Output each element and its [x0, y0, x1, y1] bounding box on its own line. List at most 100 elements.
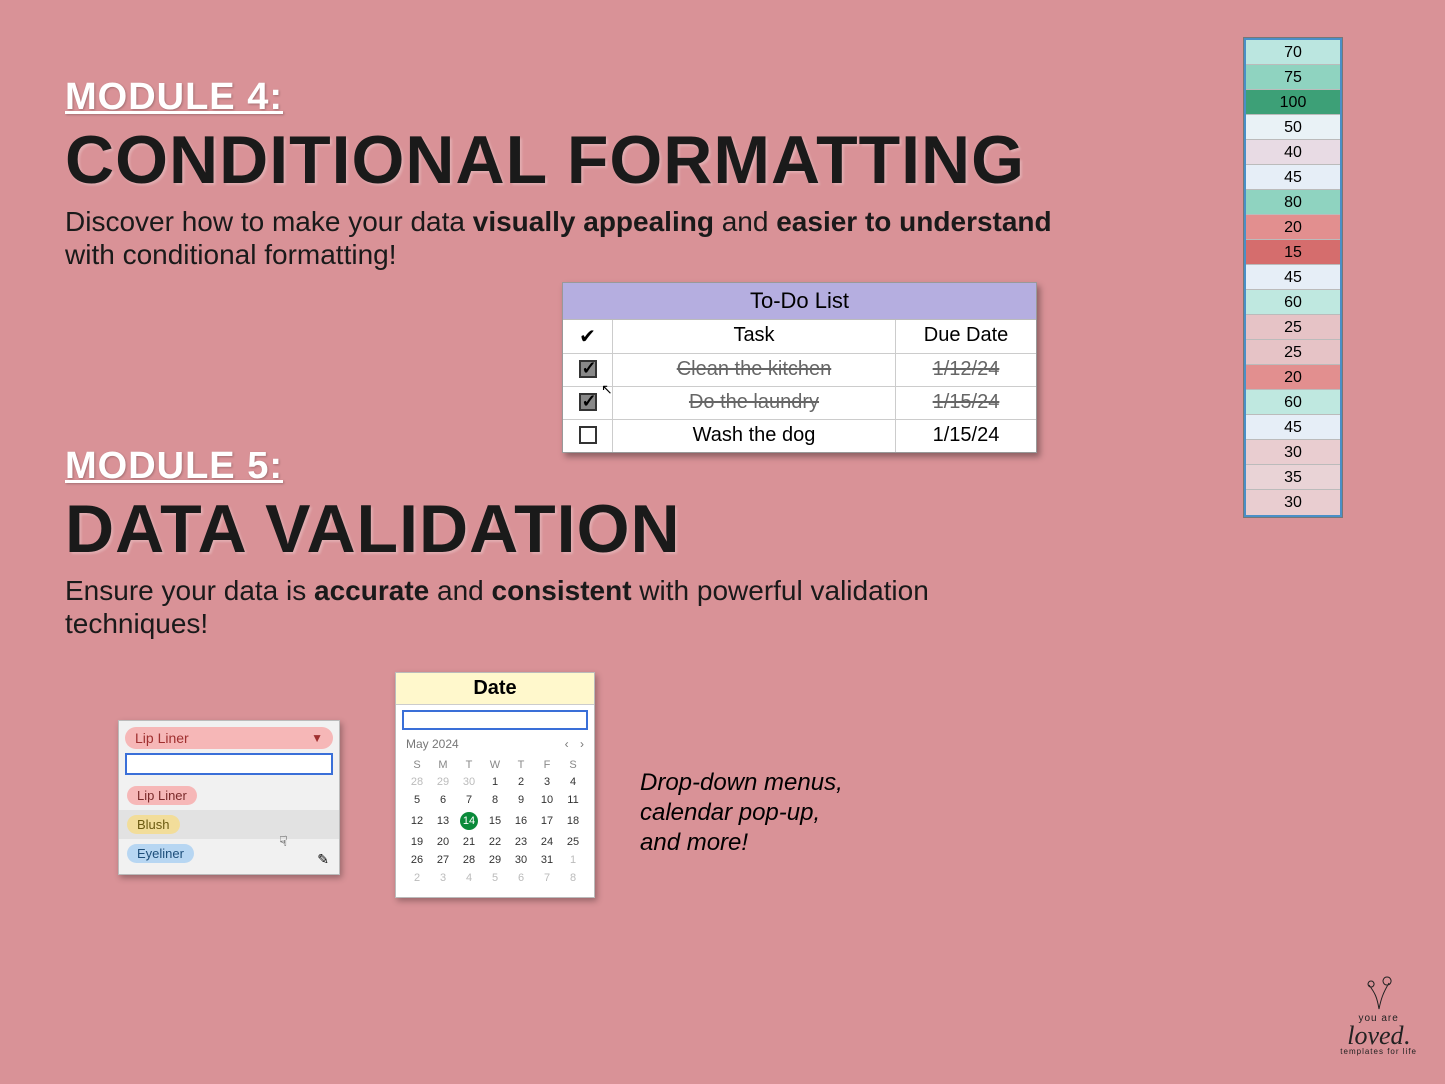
calendar-day[interactable]: 14	[456, 809, 482, 833]
table-row: Clean the kitchen1/12/24	[563, 354, 1036, 387]
dropdown-option-row[interactable]: Lip Liner	[119, 781, 339, 810]
text-bold: accurate	[314, 575, 429, 606]
calendar-day[interactable]: 13	[430, 809, 456, 833]
calendar-day[interactable]: 21	[456, 833, 482, 851]
calendar-day[interactable]: 22	[482, 833, 508, 851]
todo-header-task: Task	[613, 320, 896, 353]
text-bold: visually appealing	[473, 206, 714, 237]
todo-header-check: ✔	[563, 320, 613, 353]
calendar-day[interactable]: 25	[560, 833, 586, 851]
calendar-day[interactable]: 3	[430, 869, 456, 887]
calendar-day[interactable]: 1	[482, 773, 508, 791]
value-cell: 100	[1246, 90, 1340, 115]
conditional-format-column: 707510050404580201545602525206045303530	[1244, 38, 1342, 517]
calendar-day[interactable]: 6	[508, 869, 534, 887]
calendar-day[interactable]: 8	[560, 869, 586, 887]
module-5-description: Ensure your data is accurate and consist…	[65, 575, 1005, 639]
calendar-day[interactable]: 5	[404, 791, 430, 809]
value-cell: 15	[1246, 240, 1340, 265]
calendar-day[interactable]: 5	[482, 869, 508, 887]
todo-title: To-Do List	[563, 283, 1036, 320]
value-cell: 60	[1246, 390, 1340, 415]
checkbox-icon[interactable]	[579, 360, 597, 378]
calendar-popup: May 2024 ‹ › SMTWTFS 2829301234567891011…	[404, 735, 586, 887]
date-input[interactable]	[402, 710, 588, 730]
calendar-day[interactable]: 9	[508, 791, 534, 809]
dropdown-search-input[interactable]	[125, 753, 333, 775]
calendar-day[interactable]: 20	[430, 833, 456, 851]
calendar-day[interactable]: 8	[482, 791, 508, 809]
caption-line: Drop-down menus,	[640, 768, 843, 798]
calendar-dow: W	[482, 757, 508, 773]
dropdown-option-row[interactable]: Eyeliner	[119, 839, 339, 868]
calendar-day[interactable]: 2	[508, 773, 534, 791]
calendar-dow: T	[508, 757, 534, 773]
calendar-day[interactable]: 27	[430, 851, 456, 869]
calendar-day[interactable]: 30	[508, 851, 534, 869]
calendar-day[interactable]: 7	[456, 791, 482, 809]
cursor-icon: ↖	[601, 381, 613, 398]
dropdown-option-row[interactable]: Blush	[119, 810, 339, 839]
value-cell: 80	[1246, 190, 1340, 215]
calendar-dow: S	[404, 757, 430, 773]
calendar-day[interactable]: 16	[508, 809, 534, 833]
text-bold: easier to understand	[776, 206, 1051, 237]
dropdown-option-pill: Blush	[127, 815, 180, 834]
calendar-day[interactable]: 15	[482, 809, 508, 833]
calendar-day[interactable]: 2	[404, 869, 430, 887]
checkbox-icon[interactable]	[579, 393, 597, 411]
features-caption: Drop-down menus, calendar pop-up, and mo…	[640, 768, 843, 858]
module-4-title: CONDITIONAL FORMATTING	[65, 125, 1075, 196]
calendar-day[interactable]: 4	[456, 869, 482, 887]
calendar-day[interactable]: 12	[404, 809, 430, 833]
calendar-day[interactable]: 23	[508, 833, 534, 851]
cursor-hand-icon: ☟	[279, 833, 288, 850]
value-cell: 30	[1246, 490, 1340, 515]
value-cell: 25	[1246, 315, 1340, 340]
calendar-day[interactable]: 24	[534, 833, 560, 851]
calendar-day[interactable]: 10	[534, 791, 560, 809]
todo-header-due: Due Date	[896, 320, 1036, 353]
calendar-day[interactable]: 17	[534, 809, 560, 833]
pencil-icon[interactable]: ✎	[317, 851, 329, 868]
dropdown-option-pill: Eyeliner	[127, 844, 194, 863]
calendar-next-icon[interactable]: ›	[580, 737, 584, 751]
calendar-day[interactable]: 18	[560, 809, 586, 833]
module-5-title: DATA VALIDATION	[65, 494, 1005, 565]
dropdown-selected[interactable]: Lip Liner ▼	[125, 727, 333, 749]
value-cell: 50	[1246, 115, 1340, 140]
date-header: Date	[396, 673, 594, 705]
checkbox-icon[interactable]	[579, 426, 597, 444]
value-cell: 20	[1246, 365, 1340, 390]
calendar-day[interactable]: 3	[534, 773, 560, 791]
calendar-day[interactable]: 28	[404, 773, 430, 791]
flower-icon	[1361, 975, 1397, 1011]
calendar-day[interactable]: 31	[534, 851, 560, 869]
text: Discover how to make your data	[65, 206, 473, 237]
calendar-prev-icon[interactable]: ‹	[565, 737, 569, 751]
calendar-day[interactable]: 29	[482, 851, 508, 869]
dropdown-option-pill: Lip Liner	[127, 786, 197, 805]
calendar-day[interactable]: 19	[404, 833, 430, 851]
calendar-day[interactable]: 6	[430, 791, 456, 809]
calendar-day[interactable]: 28	[456, 851, 482, 869]
module-4-label: MODULE 4:	[65, 76, 1075, 119]
calendar-day[interactable]: 7	[534, 869, 560, 887]
calendar-day[interactable]: 26	[404, 851, 430, 869]
calendar-day[interactable]: 1	[560, 851, 586, 869]
calendar-dow: M	[430, 757, 456, 773]
table-row: Do the laundry1/15/24	[563, 387, 1036, 420]
calendar-day[interactable]: 11	[560, 791, 586, 809]
caption-line: and more!	[640, 828, 843, 858]
calendar-grid: SMTWTFS 28293012345678910111213141516171…	[404, 757, 586, 887]
dropdown-mockup: Lip Liner ▼ Lip Liner Blush Eyeliner ✎ ☟	[118, 720, 340, 875]
value-cell: 25	[1246, 340, 1340, 365]
calendar-day[interactable]: 29	[430, 773, 456, 791]
calendar-day[interactable]: 30	[456, 773, 482, 791]
brand-logo: you are loved. templates for life	[1340, 975, 1417, 1056]
module-4-description: Discover how to make your data visually …	[65, 206, 1075, 270]
text-bold: consistent	[492, 575, 632, 606]
logo-brand: loved	[1347, 1021, 1403, 1050]
value-cell: 35	[1246, 465, 1340, 490]
calendar-day[interactable]: 4	[560, 773, 586, 791]
